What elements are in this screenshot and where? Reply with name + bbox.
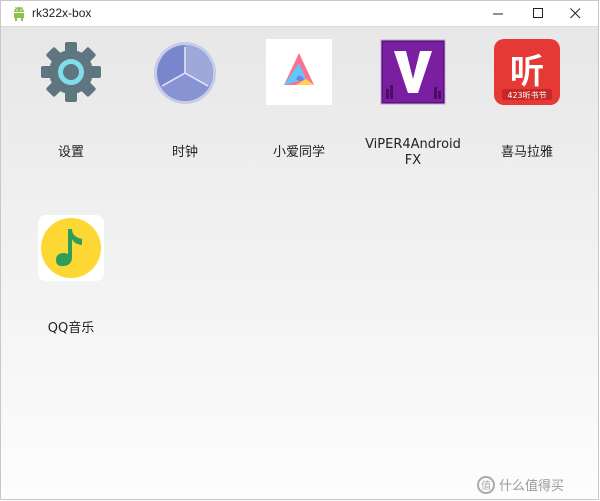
ximalaya-icon: 听 423听书节 [494, 39, 560, 105]
app-label: 时钟 [171, 145, 198, 160]
app-ximalaya[interactable]: 听 423听书节 喜马拉雅 [472, 39, 582, 179]
app-window: rk322x-box 设置 时钟 小爱同学 ViPER4Android FX 听… [0, 0, 599, 500]
viper4android-icon [380, 39, 446, 105]
minimize-button[interactable] [481, 1, 515, 26]
app-label-line2: FX [404, 153, 422, 168]
app-label: 设置 [57, 145, 84, 160]
title-bar[interactable]: rk322x-box [1, 1, 598, 27]
zhide-logo-icon: 值 [477, 475, 495, 494]
launcher-grid: 设置 时钟 小爱同学 ViPER4Android FX 听 423听书节 喜马拉… [1, 27, 598, 499]
close-button[interactable] [558, 1, 592, 26]
app-viper4android[interactable]: ViPER4Android FX [358, 39, 468, 179]
app-label: ViPER4Android [365, 137, 461, 152]
minimize-icon [492, 13, 503, 15]
app-settings[interactable]: 设置 [16, 39, 126, 179]
maximize-icon [532, 8, 543, 18]
clock-icon [152, 39, 218, 105]
app-label: QQ音乐 [47, 321, 95, 336]
xiaoai-assistant-icon [266, 39, 332, 105]
ximalaya-caption: 423听书节 [507, 90, 546, 100]
app-label: 小爱同学 [272, 145, 325, 160]
app-qq-music[interactable]: QQ音乐 [16, 215, 126, 355]
app-xiaoai[interactable]: 小爱同学 [244, 39, 354, 179]
ximalaya-badge: 听 [510, 52, 544, 92]
settings-gear-icon [38, 39, 104, 105]
watermark: 值 什么值得买 [477, 475, 564, 494]
close-icon [569, 8, 580, 19]
window-title: rk322x-box [32, 6, 92, 20]
android-icon [13, 6, 25, 21]
app-clock[interactable]: 时钟 [130, 39, 240, 179]
maximize-button[interactable] [521, 1, 555, 26]
qq-music-icon [38, 215, 104, 281]
watermark-text: 什么值得买 [499, 479, 565, 494]
app-label: 喜马拉雅 [500, 145, 553, 160]
